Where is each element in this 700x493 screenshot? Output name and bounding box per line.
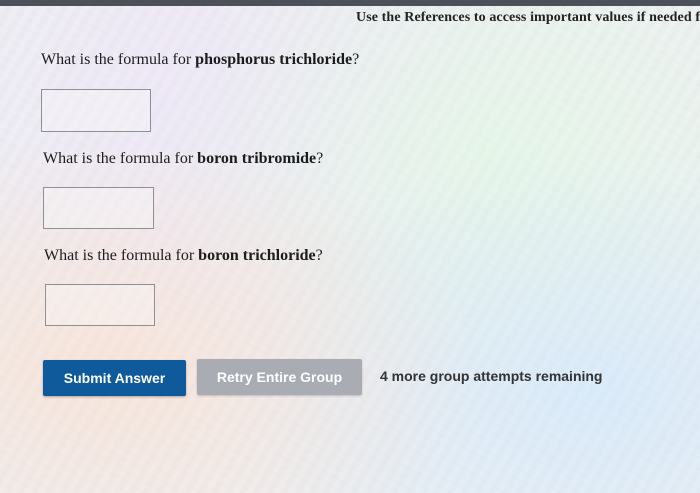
question-3-prefix: What is the formula for: [44, 247, 199, 264]
answer-input-1[interactable]: [41, 89, 151, 132]
question-2: What is the formula for boron tribromide…: [43, 150, 323, 168]
top-bar: [0, 0, 700, 6]
question-3-compound: boron trichloride: [198, 247, 316, 264]
retry-entire-group-button[interactable]: Retry Entire Group: [197, 359, 362, 395]
question-1-prefix: What is the formula for: [41, 51, 196, 68]
question-1-compound: phosphorus trichloride: [195, 51, 353, 68]
answer-input-2[interactable]: [43, 187, 154, 229]
question-2-suffix: ?: [316, 150, 324, 167]
submit-answer-button[interactable]: Submit Answer: [43, 360, 186, 396]
question-1-suffix: ?: [352, 51, 360, 68]
question-2-compound: boron tribromide: [197, 150, 317, 167]
answer-input-3[interactable]: [45, 284, 155, 326]
attempts-remaining-text: 4 more group attempts remaining: [380, 368, 603, 384]
question-3: What is the formula for boron trichlorid…: [44, 247, 323, 265]
references-hint: Use the References to access important v…: [356, 10, 700, 25]
question-1: What is the formula for phosphorus trich…: [41, 51, 359, 69]
question-2-prefix: What is the formula for: [43, 150, 198, 167]
question-3-suffix: ?: [315, 247, 323, 264]
